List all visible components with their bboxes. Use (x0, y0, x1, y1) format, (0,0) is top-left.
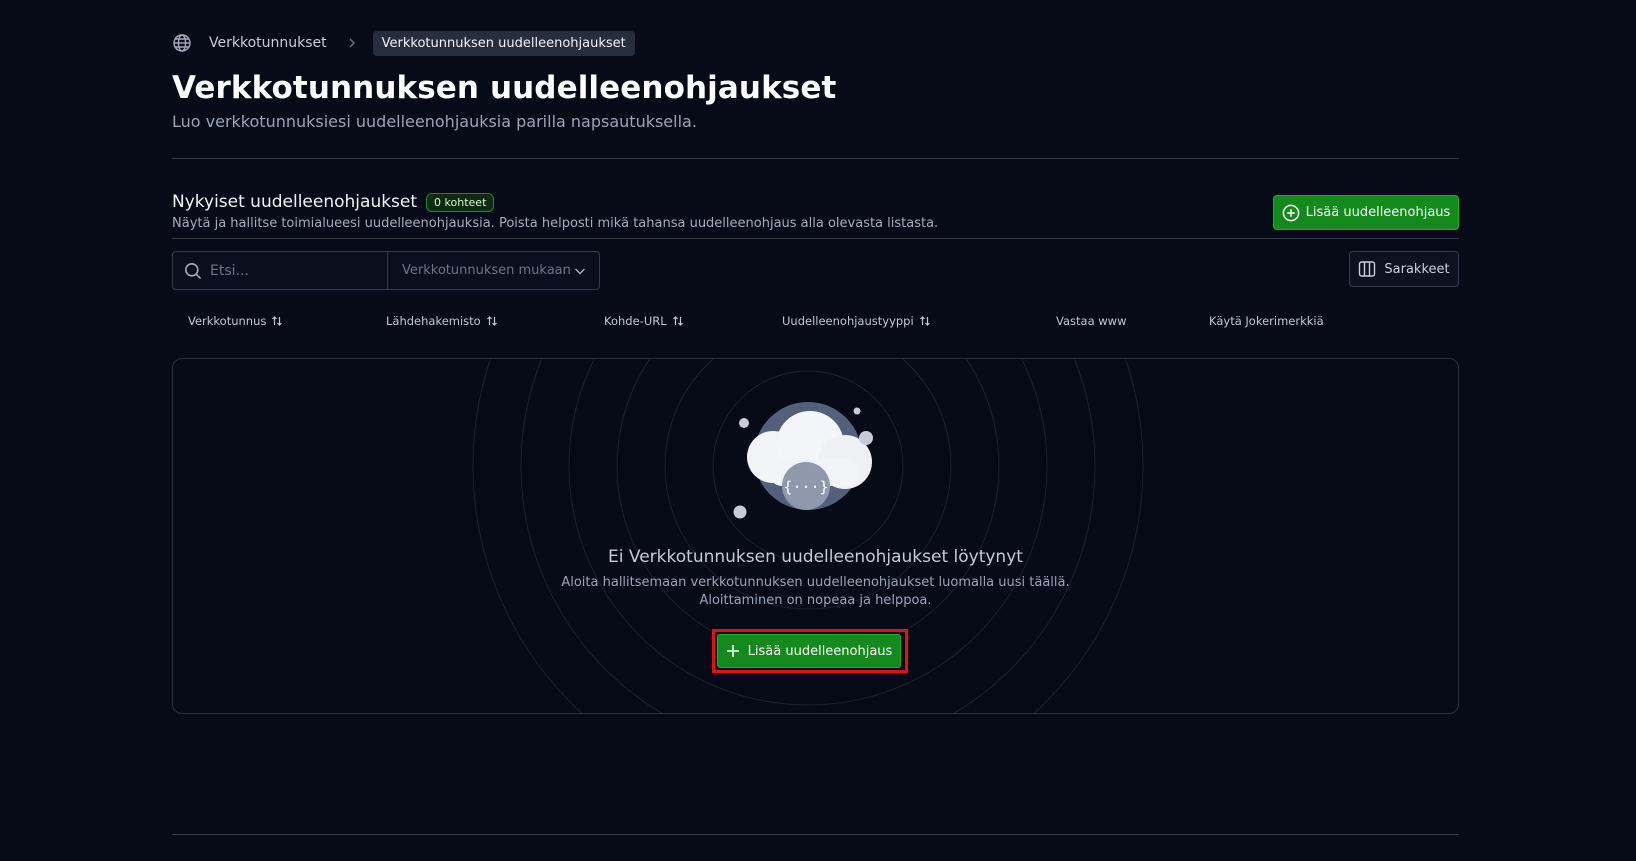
count-badge: 0 kohteet (426, 192, 495, 212)
breadcrumb-current: Verkkotunnuksen uudelleenohjaukset (372, 30, 635, 56)
empty-state-description-line1: Aloita hallitsemaan verkkotunnuksen uude… (561, 575, 1070, 590)
column-label: Uudelleenohjaustyyppi (782, 314, 914, 328)
column-label: Vastaa www (1056, 314, 1127, 328)
chevron-right-icon (345, 36, 359, 50)
columns-icon (1358, 260, 1376, 278)
search-icon (184, 262, 202, 280)
divider (172, 158, 1459, 159)
columns-button-label: Sarakkeet (1384, 261, 1450, 277)
sort-icon (919, 315, 931, 327)
empty-state-description-line2: Aloittaminen on nopeaa ja helppoa. (699, 593, 932, 608)
add-redirect-button[interactable]: Lisää uudelleenohjaus (1273, 195, 1459, 230)
page-title: Verkkotunnuksen uudelleenohjaukset (172, 70, 837, 106)
section-title: Nykyiset uudelleenohjaukset (172, 192, 418, 212)
globe-icon (172, 33, 192, 53)
column-header-match-www: Vastaa www (1056, 314, 1127, 328)
sort-icon (672, 315, 684, 327)
search-input[interactable] (208, 261, 382, 280)
search-box[interactable] (173, 252, 388, 289)
plus-icon (726, 644, 740, 658)
section-description: Näytä ja hallitse toimialueesi uudelleen… (172, 216, 939, 231)
filter-bar: Verkkotunnuksen mukaan (172, 251, 600, 290)
sort-icon (486, 315, 498, 327)
plus-circle-icon (1282, 204, 1300, 222)
chevron-down-icon (573, 264, 587, 278)
empty-state-title: Ei Verkkotunnuksen uudelleenohjaukset lö… (608, 547, 1023, 567)
columns-button[interactable]: Sarakkeet (1349, 251, 1459, 287)
cloud-icon: {···} (747, 402, 872, 510)
empty-state-panel: {···} Ei Verkkotunnuksen uudelleenohjauk… (172, 358, 1459, 714)
domain-filter-label: Verkkotunnuksen mukaan (402, 263, 571, 278)
breadcrumb: Verkkotunnukset Verkkotunnuksen uudellee… (172, 30, 635, 56)
column-header-domain[interactable]: Verkkotunnus (188, 314, 283, 328)
column-header-source-path[interactable]: Lähdehakemisto (386, 314, 498, 328)
domain-filter-select[interactable]: Verkkotunnuksen mukaan (388, 252, 599, 289)
column-header-wildcard: Käytä Jokerimerkkiä (1209, 314, 1324, 328)
sort-icon (271, 315, 283, 327)
section-header: Nykyiset uudelleenohjaukset 0 kohteet (172, 192, 495, 212)
column-label: Käytä Jokerimerkkiä (1209, 314, 1324, 328)
add-redirect-button-label: Lisää uudelleenohjaus (1305, 205, 1451, 220)
empty-state-glyph: {···} (783, 478, 828, 496)
divider (172, 238, 1459, 239)
column-label: Kohde-URL (604, 314, 667, 328)
column-header-redirect-type[interactable]: Uudelleenohjaustyyppi (782, 314, 931, 328)
column-label: Lähdehakemisto (386, 314, 481, 328)
column-header-target-url[interactable]: Kohde-URL (604, 314, 684, 328)
page-subtitle: Luo verkkotunnuksiesi uudelleenohjauksia… (172, 112, 697, 131)
empty-state-add-redirect-button[interactable]: Lisää uudelleenohjaus (717, 634, 901, 668)
breadcrumb-link-domains[interactable]: Verkkotunnukset (209, 35, 327, 51)
divider (172, 834, 1459, 835)
empty-state-description: Aloita hallitsemaan verkkotunnuksen uude… (173, 574, 1458, 610)
empty-state-add-button-label: Lisää uudelleenohjaus (747, 643, 893, 659)
column-label: Verkkotunnus (188, 314, 267, 328)
